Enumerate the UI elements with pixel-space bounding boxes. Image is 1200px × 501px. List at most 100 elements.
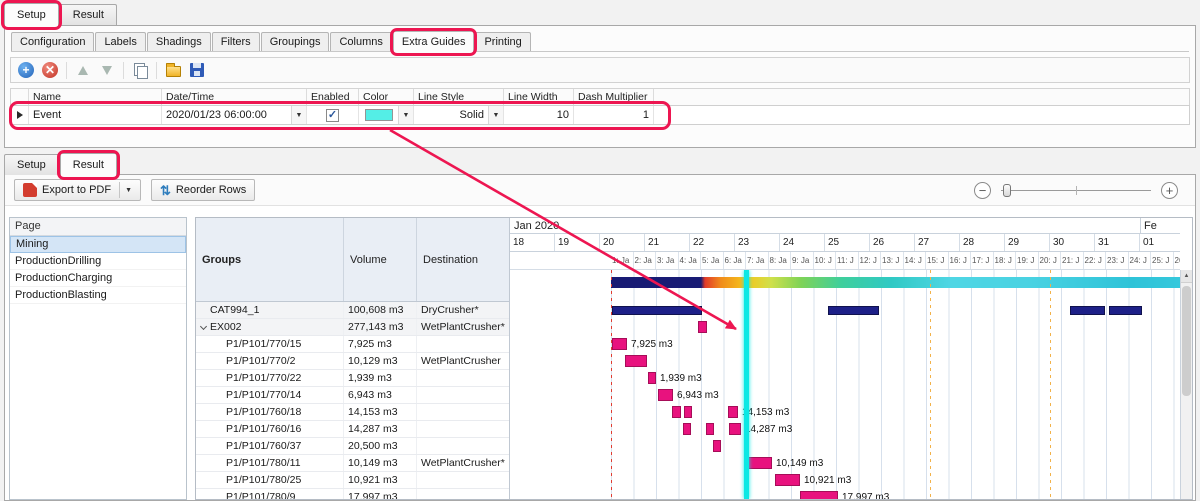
gantt-bar[interactable] [828, 306, 879, 315]
tab-setup[interactable]: Setup [4, 154, 59, 175]
gantt-bar[interactable] [648, 372, 656, 384]
color-dropdown-button[interactable]: ▼ [398, 106, 413, 124]
gantt-bar[interactable] [713, 440, 721, 452]
gantt-bar[interactable] [684, 406, 692, 418]
gantt-bar[interactable] [1109, 306, 1142, 315]
gantt-row-name: P1/P101/760/16 [226, 423, 301, 435]
tab-setup[interactable]: Setup [4, 3, 59, 26]
gantt-row-volume-cell: 1,939 m3 [344, 370, 417, 386]
gantt-bar-label: 14,287 m3 [745, 424, 792, 435]
tab-result[interactable]: Result [60, 153, 117, 176]
shift-cell: 18: J [994, 252, 1017, 269]
gantt-row-cat994-1[interactable]: CAT994_1100,608 m3DryCrusher* [196, 302, 509, 319]
copy-button[interactable] [130, 60, 150, 80]
guide-line-width-cell[interactable]: 10 [504, 106, 574, 124]
open-button[interactable] [163, 60, 183, 80]
gantt-row-name: P1/P101/770/22 [226, 372, 301, 384]
page-item-productiondrilling[interactable]: ProductionDrilling [10, 253, 186, 270]
down-arrow-icon [102, 66, 112, 75]
col-header-volume[interactable]: Volume [344, 218, 417, 301]
save-button[interactable] [187, 60, 207, 80]
enabled-checkbox[interactable]: ✓ [326, 109, 339, 122]
subtab-printing[interactable]: Printing [475, 32, 530, 51]
gantt-bar[interactable] [672, 406, 681, 418]
gantt-row-p1-p101-780-9[interactable]: P1/P101/780/917,997 m3 [196, 489, 509, 500]
gantt-bar[interactable] [748, 457, 772, 469]
gantt-row-p1-p101-760-18[interactable]: P1/P101/760/1814,153 m3 [196, 404, 509, 421]
gantt-bar[interactable] [775, 474, 800, 486]
reorder-rows-button[interactable]: ⇅ Reorder Rows [151, 179, 255, 201]
export-dropdown-icon[interactable]: ▼ [125, 187, 132, 194]
scroll-up-button[interactable]: ▲ [1181, 270, 1192, 283]
col-header-color[interactable]: Color [359, 89, 414, 105]
zoom-out-button[interactable]: − [974, 182, 991, 199]
gantt-bar[interactable] [658, 389, 673, 401]
gantt-bar[interactable] [729, 423, 741, 435]
gantt-row-p1-p101-760-16[interactable]: P1/P101/760/1614,287 m3 [196, 421, 509, 438]
gantt-bar[interactable] [625, 355, 647, 367]
guide-datetime-value: 2020/01/23 06:00:00 [166, 109, 267, 121]
gantt-vertical-scrollbar[interactable]: ▲ [1180, 270, 1192, 499]
add-guide-button[interactable]: + [16, 60, 36, 80]
gantt-row-p1-p101-770-22[interactable]: P1/P101/770/22 1,939 m3 [196, 370, 509, 387]
col-header-line-width[interactable]: Line Width [504, 89, 574, 105]
setup-subtabs: ConfigurationLabelsShadingsFiltersGroupi… [11, 31, 1189, 52]
line-style-dropdown-button[interactable]: ▼ [488, 106, 503, 124]
gantt-row-p1-p101-770-2[interactable]: P1/P101/770/210,129 m3WetPlantCrusher [196, 353, 509, 370]
gantt-bar[interactable] [706, 423, 714, 435]
subtab-groupings[interactable]: Groupings [261, 32, 330, 51]
gantt-bar[interactable] [800, 491, 838, 499]
page-item-productioncharging[interactable]: ProductionCharging [10, 270, 186, 287]
subtab-configuration[interactable]: Configuration [11, 32, 94, 51]
zoom-slider[interactable] [1001, 182, 1151, 199]
gantt-bar[interactable] [728, 406, 738, 418]
zoom-slider-thumb[interactable] [1003, 184, 1011, 197]
gantt-bar[interactable] [683, 423, 691, 435]
tab-result[interactable]: Result [60, 4, 117, 25]
move-up-button[interactable] [73, 60, 93, 80]
extra-guide-row[interactable]: Event 2020/01/23 06:00:00 ▼ ✓ ▼ Solid [10, 105, 1190, 125]
gantt-row-p1-p101-760-37[interactable]: P1/P101/760/3720,500 m3 [196, 438, 509, 455]
gantt-row-p1-p101-770-15[interactable]: P1/P101/770/157,925 m3 [196, 336, 509, 353]
gantt-row-p1-p101-770-14[interactable]: P1/P101/770/146,943 m3 [196, 387, 509, 404]
gantt-row-ex002[interactable]: EX002277,143 m3WetPlantCrusher* [196, 319, 509, 336]
page-item-productionblasting[interactable]: ProductionBlasting [10, 287, 186, 304]
subtab-extra-guides[interactable]: Extra Guides [393, 31, 475, 52]
zoom-in-button[interactable]: + [1161, 182, 1178, 199]
col-header-destination[interactable]: Destination [417, 218, 509, 301]
gantt-row-name-cell: P1/P101/770/15 [196, 336, 344, 352]
col-header-line-style[interactable]: Line Style [414, 89, 504, 105]
shift-cell: 7: Ja [746, 252, 769, 269]
line-style-value: Solid [460, 109, 488, 121]
gantt-bar[interactable] [698, 321, 707, 333]
gantt-row-p1-p101-780-25[interactable]: P1/P101/780/2510,921 m3 [196, 472, 509, 489]
export-pdf-button[interactable]: Export to PDF ▼ [14, 179, 141, 201]
col-header-name[interactable]: Name [29, 89, 162, 105]
col-header-groups[interactable]: Groups [196, 218, 344, 301]
col-header-enabled[interactable]: Enabled [307, 89, 359, 105]
subtab-columns[interactable]: Columns [330, 32, 391, 51]
datetime-dropdown-button[interactable]: ▼ [291, 106, 306, 124]
guide-line-style-cell[interactable]: Solid ▼ [414, 106, 504, 124]
subtab-shadings[interactable]: Shadings [147, 32, 211, 51]
scrollbar-thumb[interactable] [1182, 286, 1191, 396]
gantt-row-destination-cell [417, 438, 509, 454]
color-swatch[interactable] [365, 109, 393, 121]
guide-color-cell[interactable]: ▼ [359, 106, 414, 124]
gantt-bar[interactable] [612, 338, 627, 350]
guide-name-cell[interactable]: Event [29, 106, 162, 124]
subtab-filters[interactable]: Filters [212, 32, 260, 51]
delete-guide-button[interactable]: ✕ [40, 60, 60, 80]
gantt-bar[interactable] [1070, 306, 1105, 315]
gantt-row-destination-cell: DryCrusher* [417, 302, 509, 318]
guide-datetime-cell[interactable]: 2020/01/23 06:00:00 ▼ [162, 106, 307, 124]
guide-dash-multiplier-cell[interactable]: 1 [574, 106, 654, 124]
col-header-datetime[interactable]: Date/Time [162, 89, 307, 105]
move-down-button[interactable] [97, 60, 117, 80]
collapse-chevron-icon[interactable] [200, 323, 207, 330]
col-header-dash-multiplier[interactable]: Dash Multiplier [574, 89, 654, 105]
gantt-row-p1-p101-780-11[interactable]: P1/P101/780/1110,149 m3WetPlantCrusher* [196, 455, 509, 472]
page-item-mining[interactable]: Mining [10, 236, 186, 253]
subtab-labels[interactable]: Labels [95, 32, 145, 51]
gantt-bar[interactable] [612, 306, 702, 315]
